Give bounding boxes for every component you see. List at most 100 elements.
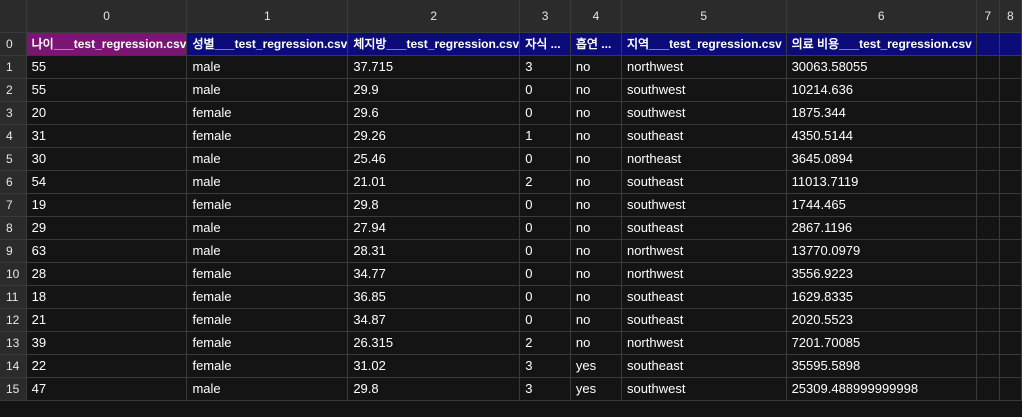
table-cell[interactable]: 1629.8335 — [786, 285, 977, 309]
column-header[interactable]: 7 — [976, 0, 1000, 33]
table-cell[interactable]: 28.31 — [347, 239, 521, 263]
table-cell[interactable] — [999, 32, 1022, 56]
table-cell[interactable]: 30063.58055 — [786, 55, 977, 79]
table-cell[interactable]: 의료 비용___test_regression.csv — [786, 32, 977, 56]
table-cell[interactable]: female — [186, 354, 349, 378]
table-cell[interactable]: 11013.7119 — [786, 170, 977, 194]
table-cell[interactable] — [999, 147, 1022, 171]
table-cell[interactable] — [976, 147, 1000, 171]
table-cell[interactable]: 0 — [519, 216, 571, 240]
table-cell[interactable]: northeast — [621, 147, 787, 171]
table-cell[interactable] — [999, 78, 1022, 102]
table-cell[interactable]: northwest — [621, 262, 787, 286]
table-cell[interactable]: 21 — [26, 308, 188, 332]
table-cell[interactable]: 흡연 ... — [570, 32, 622, 56]
table-cell[interactable]: 31.02 — [347, 354, 521, 378]
table-cell[interactable]: 2 — [519, 170, 571, 194]
table-cell[interactable]: southwest — [621, 78, 787, 102]
table-cell[interactable]: no — [570, 78, 622, 102]
table-cell[interactable]: female — [186, 285, 349, 309]
row-header[interactable]: 15 — [0, 377, 27, 401]
table-cell[interactable]: 29.6 — [347, 101, 521, 125]
table-cell[interactable]: 0 — [519, 147, 571, 171]
table-cell[interactable]: 39 — [26, 331, 188, 355]
row-header[interactable]: 6 — [0, 170, 27, 194]
table-cell[interactable]: 0 — [519, 101, 571, 125]
table-cell[interactable] — [999, 354, 1022, 378]
table-cell[interactable]: southeast — [621, 285, 787, 309]
table-cell[interactable]: 4350.5144 — [786, 124, 977, 148]
table-cell[interactable]: 21.01 — [347, 170, 521, 194]
table-cell[interactable] — [999, 55, 1022, 79]
table-cell[interactable]: 13770.0979 — [786, 239, 977, 263]
table-cell[interactable]: 63 — [26, 239, 188, 263]
table-cell[interactable]: 54 — [26, 170, 188, 194]
table-cell[interactable]: southeast — [621, 354, 787, 378]
table-cell[interactable] — [999, 262, 1022, 286]
table-cell[interactable]: male — [186, 78, 349, 102]
table-cell[interactable]: 25.46 — [347, 147, 521, 171]
table-cell[interactable]: 0 — [519, 308, 571, 332]
table-cell[interactable]: 0 — [519, 285, 571, 309]
table-cell[interactable]: 0 — [519, 239, 571, 263]
column-header[interactable]: 5 — [621, 0, 787, 33]
table-cell[interactable]: no — [570, 193, 622, 217]
table-cell[interactable]: no — [570, 262, 622, 286]
table-cell[interactable] — [976, 354, 1000, 378]
table-cell[interactable]: 55 — [26, 78, 188, 102]
table-cell[interactable] — [999, 193, 1022, 217]
table-cell[interactable]: 19 — [26, 193, 188, 217]
table-cell[interactable]: 3 — [519, 55, 571, 79]
table-cell[interactable]: 29.9 — [347, 78, 521, 102]
table-cell[interactable] — [976, 239, 1000, 263]
table-cell[interactable]: southwest — [621, 193, 787, 217]
row-header[interactable]: 7 — [0, 193, 27, 217]
table-cell[interactable]: female — [186, 262, 349, 286]
table-cell[interactable]: 1875.344 — [786, 101, 977, 125]
table-cell[interactable]: southeast — [621, 124, 787, 148]
row-header[interactable]: 12 — [0, 308, 27, 332]
table-cell[interactable]: 2867.1196 — [786, 216, 977, 240]
table-cell[interactable]: female — [186, 331, 349, 355]
row-header[interactable]: 14 — [0, 354, 27, 378]
column-header[interactable]: 6 — [786, 0, 977, 33]
table-cell[interactable]: 29.8 — [347, 377, 521, 401]
column-header[interactable]: 0 — [26, 0, 188, 33]
table-cell[interactable] — [999, 331, 1022, 355]
table-cell[interactable] — [976, 32, 1000, 56]
table-cell[interactable]: 자식 ... — [519, 32, 571, 56]
table-cell[interactable]: 29 — [26, 216, 188, 240]
table-cell[interactable]: male — [186, 170, 349, 194]
corner-cell[interactable] — [0, 0, 27, 33]
table-cell[interactable]: 3645.0894 — [786, 147, 977, 171]
table-cell[interactable]: 31 — [26, 124, 188, 148]
table-cell[interactable]: northwest — [621, 55, 787, 79]
table-cell[interactable]: 10214.636 — [786, 78, 977, 102]
table-cell[interactable]: no — [570, 170, 622, 194]
row-header[interactable]: 13 — [0, 331, 27, 355]
table-cell[interactable]: 35595.5898 — [786, 354, 977, 378]
table-cell[interactable]: 0 — [519, 193, 571, 217]
row-header[interactable]: 11 — [0, 285, 27, 309]
table-cell[interactable]: male — [186, 216, 349, 240]
table-cell[interactable]: no — [570, 239, 622, 263]
table-cell[interactable] — [976, 285, 1000, 309]
table-cell[interactable] — [999, 124, 1022, 148]
table-cell[interactable]: 29.26 — [347, 124, 521, 148]
table-cell[interactable] — [976, 101, 1000, 125]
table-cell[interactable]: southeast — [621, 170, 787, 194]
table-cell[interactable] — [976, 55, 1000, 79]
table-cell[interactable]: southeast — [621, 308, 787, 332]
table-cell[interactable] — [976, 124, 1000, 148]
table-cell[interactable]: female — [186, 101, 349, 125]
table-cell[interactable]: 지역___test_regression.csv — [621, 32, 787, 56]
column-header[interactable]: 3 — [519, 0, 571, 33]
table-cell[interactable]: 37.715 — [347, 55, 521, 79]
table-cell[interactable]: 체지방___test_regression.csv — [347, 32, 521, 56]
table-cell[interactable]: no — [570, 101, 622, 125]
table-cell[interactable] — [999, 216, 1022, 240]
table-cell[interactable]: 30 — [26, 147, 188, 171]
table-cell[interactable] — [999, 101, 1022, 125]
table-cell[interactable] — [976, 262, 1000, 286]
table-cell[interactable]: female — [186, 124, 349, 148]
